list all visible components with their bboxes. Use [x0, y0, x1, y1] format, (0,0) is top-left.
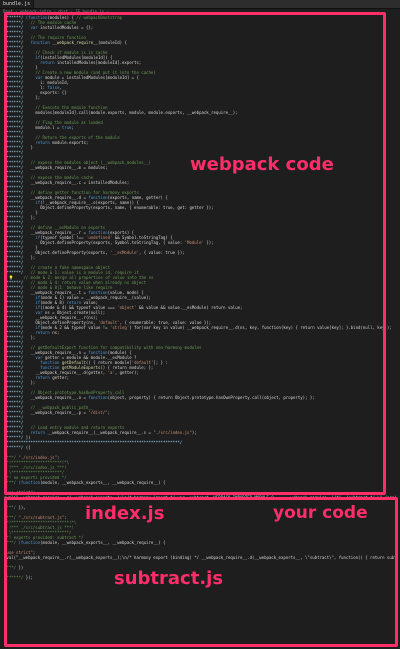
webpack-code-highlight-box [4, 12, 386, 495]
index-js-annotation: index.js [85, 503, 165, 524]
subtract-js-annotation: subtract.js [114, 568, 224, 589]
your-code-annotation: your code [273, 503, 368, 523]
tab-bundle-js[interactable]: bundle.js [0, 0, 34, 8]
editor-tab-bar: bundle.js [0, 0, 400, 9]
webpack-code-annotation: webpack code [190, 154, 334, 175]
